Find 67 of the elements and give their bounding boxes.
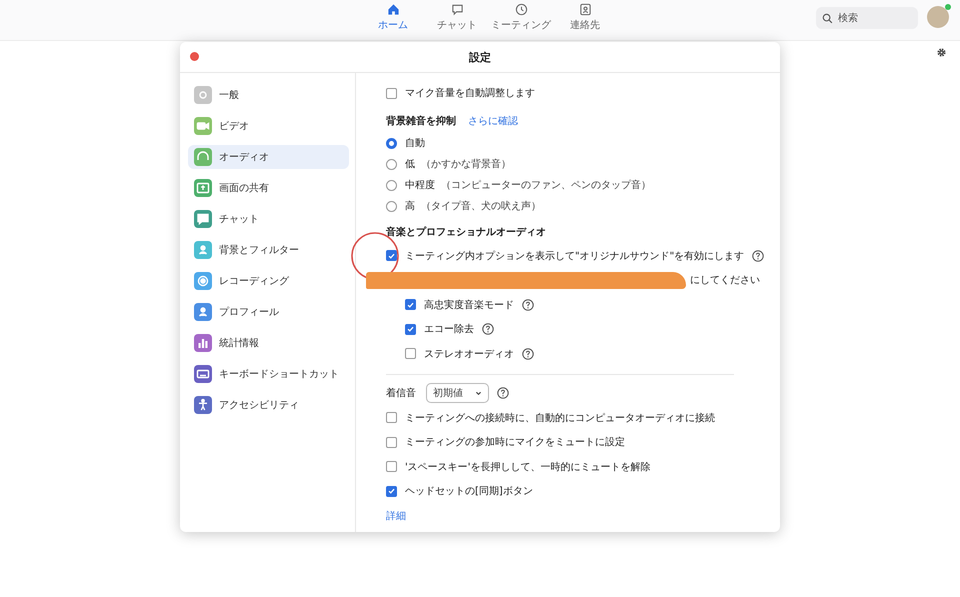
sidebar-item[interactable]: キーボードショートカット (188, 362, 349, 386)
sidebar-item[interactable]: ビデオ (188, 114, 349, 138)
radio-button[interactable] (386, 138, 397, 148)
checkbox[interactable] (405, 348, 416, 360)
radio-button[interactable] (386, 180, 397, 190)
help-icon[interactable] (482, 323, 494, 336)
checkbox-label: ヘッドセットの[同期]ボタン (405, 484, 533, 498)
caret-icon (475, 390, 482, 396)
radio-button[interactable] (386, 158, 397, 170)
checkbox-label: ミーティング内オプションを表示して"オリジナルサウンド"を有効にします (405, 250, 744, 263)
sidebar-item[interactable]: アクセシビリティ (188, 393, 349, 417)
clock-icon (514, 3, 528, 16)
nav-tab[interactable]: ホーム (362, 3, 424, 32)
details-link[interactable]: 詳細 (386, 508, 406, 523)
radio-note: （コンピューターのファン、ペンのタップ音） (441, 178, 651, 192)
settings-icon[interactable] (936, 47, 947, 58)
sidebar-item[interactable]: レコーディング (188, 269, 349, 293)
checkbox-label: 'スペースキー'を長押しして、一時的にミュートを解除 (405, 460, 650, 474)
checkbox[interactable] (386, 486, 397, 497)
checkbox[interactable] (386, 436, 397, 448)
sidebar-item[interactable]: 背景とフィルター (188, 238, 349, 262)
checkbox-label: マイク音量を自動調整します (405, 86, 535, 100)
checkbox[interactable] (386, 461, 397, 472)
search-icon (822, 12, 833, 24)
chat-bubble-icon (450, 3, 464, 16)
dialog-title: 設定 (469, 50, 491, 64)
help-icon[interactable] (522, 348, 534, 360)
ringtone-label: 着信音 (386, 386, 416, 400)
learn-more-link[interactable]: さらに確認 (468, 114, 518, 128)
checkbox-label: ミーティングの参加時にマイクをミュートに設定 (405, 436, 625, 450)
redacted-text-tail: にしてください (690, 274, 760, 288)
ringtone-dropdown[interactable]: 初期値 (426, 383, 489, 404)
checkbox[interactable] (386, 412, 397, 424)
checkbox-label: エコー除去 (424, 322, 474, 336)
radio-note: （かすかな背景音） (421, 158, 511, 171)
help-icon[interactable] (522, 298, 534, 311)
help-icon[interactable] (497, 387, 509, 400)
close-button[interactable] (190, 52, 199, 61)
checkbox-label: 高忠実度音楽モード (424, 298, 514, 312)
sidebar-item[interactable]: 統計情報 (188, 331, 349, 355)
sidebar-item[interactable]: 一般 (188, 83, 349, 107)
checkbox-label: ミーティングへの接続時に、自動的にコンピュータオーディオに接続 (405, 412, 715, 425)
status-dot (945, 4, 951, 10)
home-icon (386, 3, 400, 16)
sidebar-item[interactable]: チャット (188, 207, 349, 231)
checkbox-label: ステレオオーディオ (424, 348, 514, 361)
contact-card-icon (578, 3, 592, 16)
radio-button[interactable] (386, 200, 397, 212)
radio-label: 中程度 (405, 178, 435, 192)
radio-label: 高 (405, 200, 415, 213)
checkbox[interactable] (386, 88, 397, 99)
radio-note: （タイプ音、犬の吠え声） (421, 200, 541, 213)
sidebar-item[interactable]: オーディオ (188, 145, 349, 169)
radio-label: 低 (405, 158, 415, 171)
nav-tab[interactable]: 連絡先 (554, 3, 616, 32)
sidebar-item[interactable]: プロフィール (188, 300, 349, 324)
checkbox[interactable] (386, 250, 397, 262)
radio-label: 自動 (405, 137, 425, 150)
nav-tab[interactable]: ミーティング (490, 3, 552, 32)
section-heading: 音楽とプロフェショナルオーディオ (386, 225, 546, 238)
nav-tab[interactable]: チャット (426, 3, 488, 32)
sidebar-item[interactable]: 画面の共有 (188, 176, 349, 200)
checkbox[interactable] (405, 299, 416, 310)
search-field[interactable]: 検索 (816, 7, 918, 29)
help-icon[interactable] (752, 250, 764, 262)
checkbox[interactable] (405, 324, 416, 335)
section-heading: 背景雑音を抑制 (386, 114, 456, 128)
